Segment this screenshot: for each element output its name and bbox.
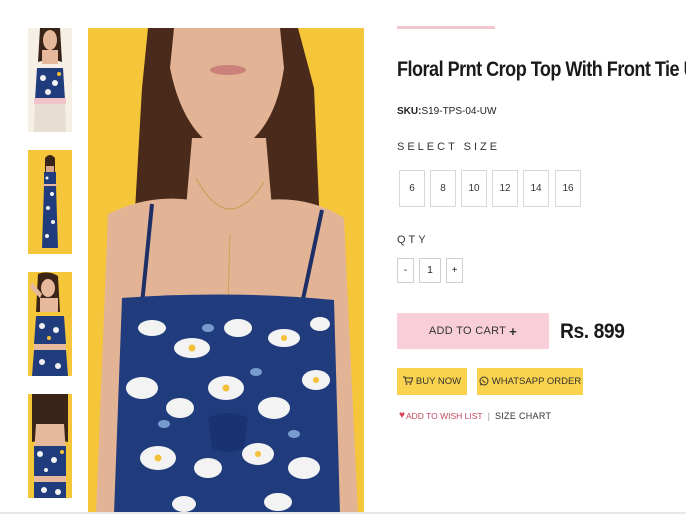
size-option-10[interactable]: 10	[461, 170, 487, 207]
add-to-cart-button[interactable]: ADD TO CART +	[397, 313, 549, 349]
plus-icon: +	[509, 323, 518, 339]
add-to-cart-label: ADD TO CART	[428, 325, 507, 337]
sku-label: SKU:	[397, 106, 422, 117]
add-to-wishlist-link[interactable]: ♥ ADD TO WISH LIST	[399, 410, 483, 421]
secondary-links: ♥ ADD TO WISH LIST | SIZE CHART	[399, 410, 551, 421]
qty-input[interactable]: 1	[419, 258, 441, 283]
whatsapp-order-button[interactable]: WHATSAPP ORDER	[477, 368, 583, 395]
size-option-16[interactable]: 16	[555, 170, 581, 207]
whatsapp-icon	[479, 376, 489, 388]
size-chart-link[interactable]: SIZE CHART	[495, 411, 551, 421]
qty-decrease-button[interactable]: -	[397, 258, 414, 283]
main-product-image[interactable]	[88, 28, 364, 514]
wishlist-label: ADD TO WISH LIST	[405, 410, 483, 421]
sku-value: S19-TPS-04-UW	[421, 106, 497, 117]
size-option-8[interactable]: 8	[430, 170, 456, 207]
product-price: Rs. 899	[560, 320, 625, 343]
heart-icon: ♥	[399, 410, 405, 421]
whatsapp-order-label: WHATSAPP ORDER	[491, 376, 582, 387]
product-title: Floral Prnt Crop Top With Front Tie Up	[397, 58, 686, 81]
buy-now-button[interactable]: BUY NOW	[397, 368, 467, 395]
qty-label: QTY	[397, 234, 429, 246]
thumbnail-3[interactable]	[28, 272, 72, 376]
link-separator: |	[487, 410, 490, 421]
thumbnail-1[interactable]	[28, 28, 72, 132]
thumbnail-4[interactable]	[28, 394, 72, 498]
title-accent-bar	[397, 26, 495, 29]
sku-line: SKU:S19-TPS-04-UW	[397, 106, 496, 117]
thumbnail-2[interactable]	[28, 150, 72, 254]
buy-now-label: BUY NOW	[415, 376, 462, 387]
qty-increase-button[interactable]: +	[446, 258, 463, 283]
select-size-label: SELECT SIZE	[397, 141, 501, 153]
size-option-14[interactable]: 14	[523, 170, 549, 207]
size-option-12[interactable]: 12	[492, 170, 518, 207]
cart-icon	[402, 376, 414, 387]
size-option-6[interactable]: 6	[399, 170, 425, 207]
